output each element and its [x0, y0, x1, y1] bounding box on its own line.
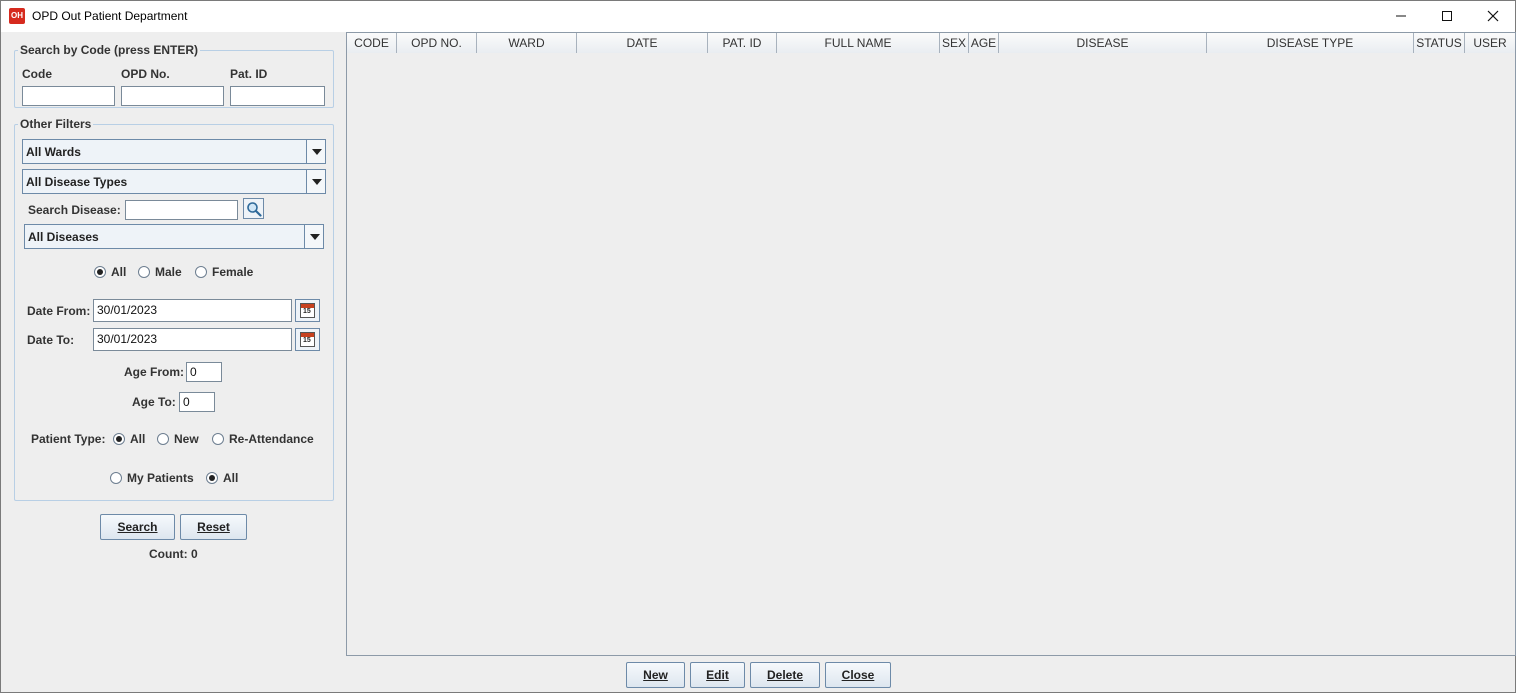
all-patients-label: All	[223, 471, 239, 485]
column-header-age[interactable]: AGE	[969, 33, 999, 53]
search-icon	[246, 201, 262, 217]
window-title: OPD Out Patient Department	[32, 9, 188, 23]
opd-no-input[interactable]	[121, 86, 224, 106]
search-disease-label: Search Disease:	[28, 203, 121, 217]
patient-type-reattendance-label: Re-Attendance	[229, 432, 314, 446]
ward-select-value: All Wards	[26, 145, 81, 159]
date-to-input[interactable]: 30/01/2023	[93, 328, 292, 351]
maximize-icon	[1442, 11, 1452, 21]
close-window-button[interactable]	[1470, 1, 1516, 32]
patient-type-new-label: New	[174, 432, 199, 446]
maximize-button[interactable]	[1424, 1, 1470, 32]
new-button-label: New	[643, 668, 668, 682]
results-table[interactable]: CODE OPD NO. WARD DATE PAT. ID FULL NAME…	[346, 32, 1516, 656]
sex-all-label: All	[111, 265, 127, 279]
disease-type-select-value: All Disease Types	[26, 175, 128, 189]
my-patients-label: My Patients	[127, 471, 194, 485]
edit-button-label: Edit	[706, 668, 729, 682]
date-to-label: Date To:	[27, 333, 75, 347]
age-from-input[interactable]: 0	[186, 362, 222, 382]
other-filters-legend: Other Filters	[18, 117, 94, 131]
radio-selected-icon	[206, 472, 218, 484]
search-disease-input[interactable]	[125, 200, 238, 220]
result-count: Count: 0	[149, 547, 198, 561]
radio-unselected-icon	[138, 266, 150, 278]
calendar-icon: 15	[300, 303, 315, 318]
search-button-label: Search	[117, 520, 158, 534]
patient-type-new-radio[interactable]: New	[157, 432, 199, 446]
code-input[interactable]	[22, 86, 115, 106]
column-header-sex[interactable]: SEX	[940, 33, 969, 53]
date-from-calendar-button[interactable]: 15	[295, 299, 320, 322]
column-header-status[interactable]: STATUS	[1414, 33, 1465, 53]
date-from-input[interactable]: 30/01/2023	[93, 299, 292, 322]
minimize-button[interactable]	[1378, 1, 1424, 32]
radio-unselected-icon	[212, 433, 224, 445]
disease-select[interactable]: All Diseases	[24, 224, 324, 249]
date-from-label: Date From:	[27, 304, 91, 318]
close-button-label: Close	[841, 668, 875, 682]
main-window: OH OPD Out Patient Department Search by …	[0, 0, 1516, 693]
code-label: Code	[22, 67, 52, 81]
pat-id-label: Pat. ID	[230, 67, 268, 81]
table-header: CODE OPD NO. WARD DATE PAT. ID FULL NAME…	[347, 33, 1515, 53]
delete-button-label: Delete	[766, 668, 804, 682]
title-bar: OH OPD Out Patient Department	[1, 1, 1515, 32]
disease-type-select[interactable]: All Disease Types	[22, 169, 326, 194]
chevron-down-icon[interactable]	[306, 170, 325, 193]
radio-unselected-icon	[110, 472, 122, 484]
chevron-down-icon[interactable]	[304, 225, 323, 248]
app-logo-icon: OH	[9, 8, 25, 24]
radio-selected-icon	[113, 433, 125, 445]
pat-id-input[interactable]	[230, 86, 325, 106]
patient-type-all-label: All	[130, 432, 146, 446]
my-patients-radio[interactable]: My Patients	[110, 471, 194, 485]
patient-type-all-radio[interactable]: All	[113, 432, 145, 446]
column-header-disease[interactable]: DISEASE	[999, 33, 1207, 53]
patient-type-reattendance-radio[interactable]: Re-Attendance	[212, 432, 314, 446]
ward-select[interactable]: All Wards	[22, 139, 326, 164]
patient-type-label: Patient Type:	[31, 432, 106, 446]
column-header-pat-id[interactable]: PAT. ID	[708, 33, 777, 53]
sex-female-radio[interactable]: Female	[195, 265, 253, 279]
disease-select-value: All Diseases	[28, 230, 99, 244]
column-header-disease-type[interactable]: DISEASE TYPE	[1207, 33, 1414, 53]
date-to-calendar-button[interactable]: 15	[295, 328, 320, 351]
sex-female-label: Female	[212, 265, 254, 279]
search-disease-button[interactable]	[243, 198, 264, 219]
age-from-label: Age From:	[124, 365, 184, 379]
column-header-user[interactable]: USER	[1465, 33, 1515, 53]
close-icon	[1487, 10, 1499, 22]
minimize-icon	[1396, 15, 1406, 17]
column-header-date[interactable]: DATE	[577, 33, 708, 53]
close-button[interactable]: Close	[825, 662, 891, 688]
radio-unselected-icon	[195, 266, 207, 278]
chevron-down-icon[interactable]	[306, 140, 325, 163]
edit-button[interactable]: Edit	[690, 662, 745, 688]
opd-no-label: OPD No.	[121, 67, 170, 81]
sex-male-label: Male	[155, 265, 182, 279]
column-header-ward[interactable]: WARD	[477, 33, 577, 53]
new-button[interactable]: New	[626, 662, 685, 688]
reset-button-label: Reset	[197, 520, 230, 534]
reset-button[interactable]: Reset	[180, 514, 247, 540]
radio-selected-icon	[94, 266, 106, 278]
calendar-icon: 15	[300, 332, 315, 347]
sex-male-radio[interactable]: Male	[138, 265, 182, 279]
search-by-code-legend: Search by Code (press ENTER)	[18, 43, 201, 57]
column-header-full-name[interactable]: FULL NAME	[777, 33, 940, 53]
search-button[interactable]: Search	[100, 514, 175, 540]
delete-button[interactable]: Delete	[750, 662, 820, 688]
age-to-input[interactable]: 0	[179, 392, 215, 412]
column-header-opd-no[interactable]: OPD NO.	[397, 33, 477, 53]
radio-unselected-icon	[157, 433, 169, 445]
age-to-label: Age To:	[132, 395, 176, 409]
all-patients-radio[interactable]: All	[206, 471, 238, 485]
sex-all-radio[interactable]: All	[94, 265, 126, 279]
column-header-code[interactable]: CODE	[347, 33, 397, 53]
